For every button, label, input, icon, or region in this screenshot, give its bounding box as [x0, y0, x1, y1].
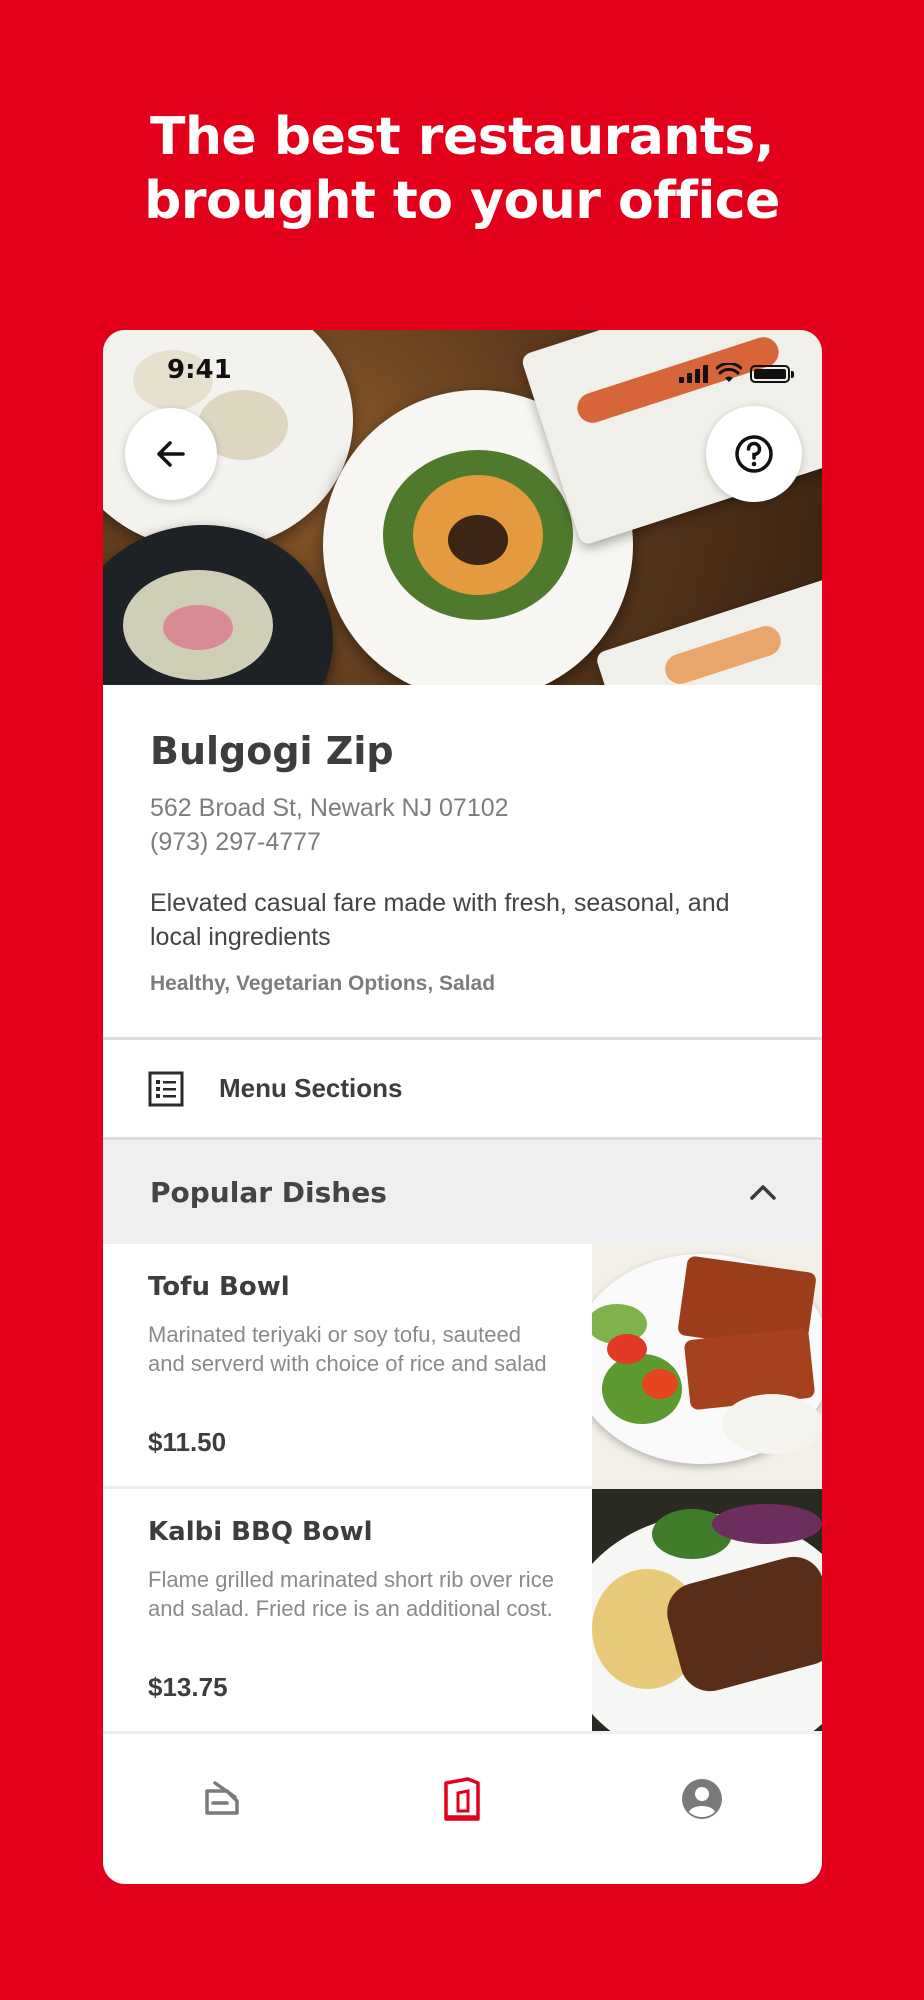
dish-photo [592, 1489, 822, 1731]
help-button[interactable] [706, 406, 802, 502]
dish-price: $13.75 [148, 1672, 228, 1702]
tab-bar [103, 1734, 822, 1884]
chevron-up-icon[interactable] [749, 1183, 777, 1201]
back-button[interactable] [125, 408, 217, 500]
dish-description: Marinated teriyaki or soy tofu, sauteed … [148, 1322, 547, 1376]
menu-sections-row[interactable]: Menu Sections [103, 1040, 822, 1140]
popular-dishes-label: Popular Dishes [150, 1175, 387, 1209]
restaurant-description: Elevated casual fare made with fresh, se… [150, 889, 730, 951]
restaurant-address[interactable]: 562 Broad St, Newark NJ 07102 [150, 791, 775, 825]
list-icon [148, 1071, 184, 1106]
popular-dishes-header[interactable]: Popular Dishes [103, 1140, 822, 1244]
headline: The best restaurants, brought to your of… [0, 105, 924, 233]
restaurant-name: Bulgogi Zip [150, 729, 394, 773]
user-profile-icon [682, 1779, 723, 1819]
arrow-left-icon [157, 441, 185, 467]
question-circle-icon [735, 435, 773, 473]
tab-restaurants[interactable] [432, 1769, 492, 1829]
dish-item[interactable]: Tofu Bowl Marinated teriyaki or soy tofu… [103, 1244, 822, 1489]
restaurant-phone[interactable]: (973) 297-4777 [150, 825, 775, 859]
phone-screen: 9:41 Bulgogi Zip 562 Broad St, Newark NJ… [103, 330, 822, 1884]
wifi-icon [716, 363, 742, 382]
dish-name: Tofu Bowl [148, 1272, 290, 1302]
menu-sections-label: Menu Sections [219, 1073, 403, 1103]
dish-price: $11.50 [148, 1427, 227, 1457]
delivery-icon [205, 1781, 239, 1815]
dish-name: Kalbi BBQ Bowl [148, 1517, 373, 1547]
cellular-signal-icon [679, 365, 708, 383]
storefront-icon [444, 1777, 481, 1821]
restaurant-tags: Healthy, Vegetarian Options, Salad [150, 972, 496, 995]
battery-icon [750, 365, 794, 383]
tab-orders[interactable] [193, 1769, 253, 1829]
restaurant-info: Bulgogi Zip 562 Broad St, Newark NJ 0710… [103, 685, 822, 1040]
dish-description: Flame grilled marinated short rib over r… [148, 1567, 554, 1621]
headline-line-2: brought to your office [144, 171, 780, 231]
tab-profile[interactable] [672, 1769, 732, 1829]
hero-image: 9:41 [103, 330, 822, 685]
dish-photo [592, 1244, 822, 1486]
dish-item[interactable]: Kalbi BBQ Bowl Flame grilled marinated s… [103, 1489, 822, 1734]
status-icons [679, 363, 794, 383]
status-time: 9:41 [167, 355, 232, 385]
headline-line-1: The best restaurants, [150, 107, 774, 167]
